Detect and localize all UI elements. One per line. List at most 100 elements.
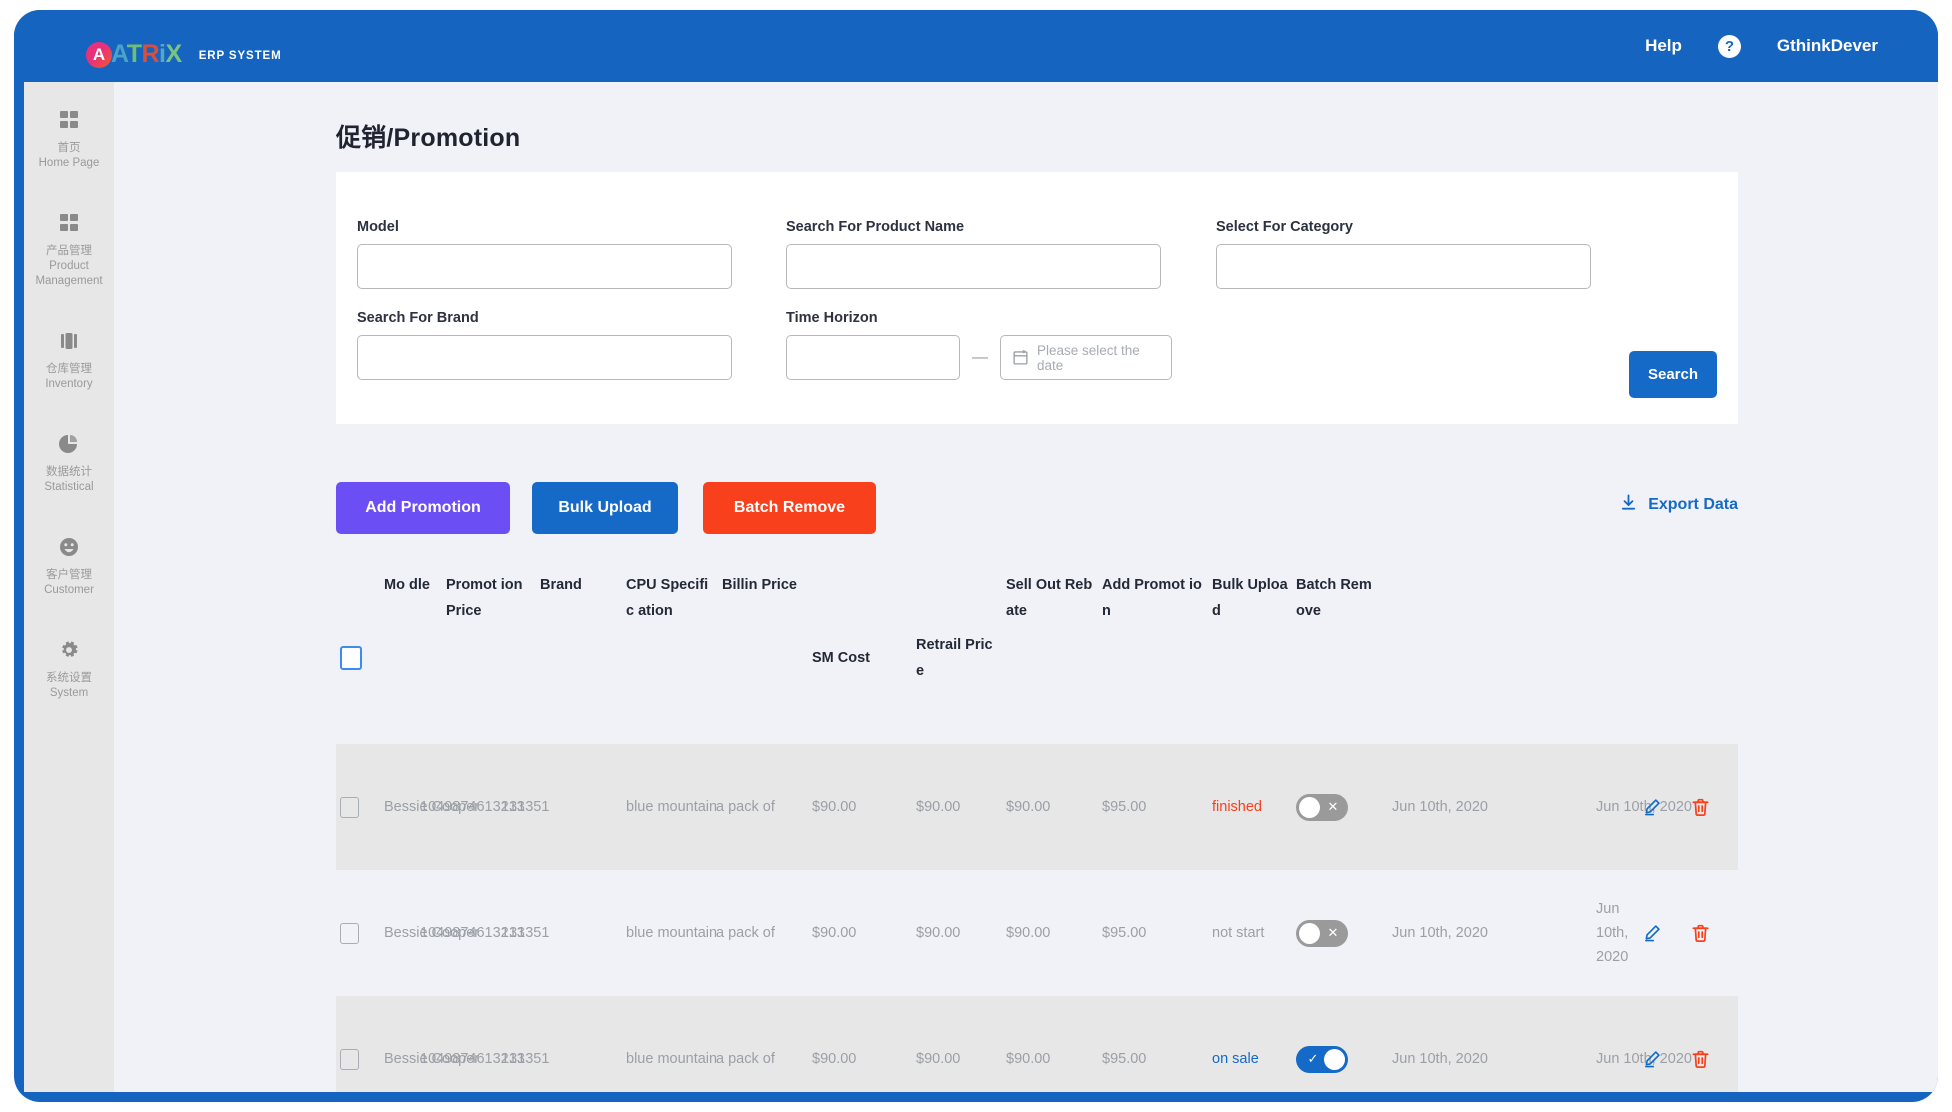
question-mark-icon[interactable]: ? <box>1717 34 1741 58</box>
sell-out-rebate-value: $95.00 <box>1102 1051 1147 1067</box>
header-billing-price[interactable]: Billin Price <box>718 572 808 744</box>
row-checkbox[interactable] <box>340 796 359 818</box>
status-cell: on sale <box>1208 996 1292 1092</box>
table-row[interactable]: Bessie Cooper 1049874613213 131351 blue … <box>336 996 1738 1092</box>
gear-icon <box>28 638 110 662</box>
sidebar-item-home[interactable]: 首页 Home Page <box>24 96 114 185</box>
cpu-spec-value: blue mountain <box>626 799 718 815</box>
batch-remove-date: Jun 10th, 2020 <box>1596 901 1629 965</box>
field-group-model: Model <box>357 219 732 289</box>
add-promotion-button[interactable]: Add Promotion <box>336 482 510 534</box>
row-select-cell <box>336 870 380 996</box>
promotion-table: Mo dle Promot ion Price Brand CPU Specif… <box>336 572 1738 1092</box>
user-account-link[interactable]: GthinkDever <box>1777 36 1878 56</box>
sm-cost-value: $90.00 <box>916 1051 961 1067</box>
header-sell-out-rebate[interactable]: Sell Out Rebate <box>1002 572 1098 744</box>
header-model[interactable]: Mo dle <box>380 572 442 744</box>
status-badge: not start <box>1212 925 1265 941</box>
category-label: Select For Category <box>1216 219 1353 235</box>
header-batch-remove[interactable]: Batch Rem ove <box>1292 572 1388 744</box>
toggle-cell: ✕ <box>1292 744 1388 870</box>
sidebar-item-customer[interactable]: 客户管理 Customer <box>24 523 114 612</box>
select-all-header <box>336 572 380 744</box>
header-bulk-upload[interactable]: Bulk Upload <box>1208 572 1292 744</box>
cpu-spec-value: blue mountain <box>626 925 718 941</box>
model-promo-brand-cell: Bessie Cooper 1049874613213 131351 <box>380 996 622 1092</box>
delete-cell <box>1686 744 1738 870</box>
bulk-upload-date: Jun 10th, 2020 <box>1392 799 1488 815</box>
sidebar-item-system[interactable]: 系统设置 System <box>24 626 114 715</box>
header-promotion-price[interactable]: Promot ion Price <box>442 572 536 744</box>
batch-remove-date: Jun 10th, 2020 <box>1596 1051 1692 1067</box>
product-name-input[interactable] <box>786 244 1161 289</box>
edit-cell <box>1638 870 1686 996</box>
app-window: A ATRiX ERP SYSTEM Help ? GthinkDever 首页… <box>14 10 1938 1102</box>
promotion-toggle[interactable]: ✕ <box>1296 793 1348 821</box>
help-link[interactable]: Help <box>1645 36 1682 56</box>
status-cell: finished <box>1208 744 1292 870</box>
promotion-price-value: 131351 <box>501 1051 550 1067</box>
header-add-promotion[interactable]: Add Promot ion <box>1098 572 1208 744</box>
retrail-price-value: $90.00 <box>1006 1051 1051 1067</box>
header-edit-spacer <box>1592 572 1638 744</box>
status-cell: not start <box>1208 870 1292 996</box>
export-data-button[interactable]: Export Data <box>1619 493 1738 517</box>
page-title: 促销/Promotion <box>336 124 521 152</box>
batch-remove-date: Jun 10th, 2020 <box>1596 799 1692 815</box>
date-picker-input[interactable]: Please select the date <box>1000 335 1172 380</box>
field-group-product-name: Search For Product Name <box>786 219 1161 289</box>
sidebar-label-cn: 产品管理 <box>46 245 92 257</box>
brand-input[interactable] <box>357 335 732 380</box>
product-name-label: Search For Product Name <box>786 219 965 235</box>
status-badge: finished <box>1212 799 1262 815</box>
pencil-icon[interactable] <box>1642 797 1682 817</box>
sidebar-item-statistical[interactable]: 数据统计 Statistical <box>24 420 114 509</box>
category-select[interactable] <box>1216 244 1591 289</box>
sidebar-label-en: System <box>49 687 89 699</box>
header-retrail-price[interactable]: Retrail Price <box>912 572 1002 744</box>
status-badge: on sale <box>1212 1051 1259 1067</box>
pencil-icon[interactable] <box>1642 1049 1682 1069</box>
sm-cost-value: $90.00 <box>916 799 961 815</box>
check-icon: ✓ <box>1307 1051 1319 1066</box>
trash-icon[interactable] <box>1690 923 1734 944</box>
sidebar-label-en: Product Management <box>35 260 103 287</box>
row-checkbox[interactable] <box>340 922 359 944</box>
sidebar-label-cn: 首页 <box>57 142 81 154</box>
header-sm-cost[interactable]: SM Cost <box>808 572 912 744</box>
cpu-specification-cell: blue mountain a pack of <box>622 996 808 1092</box>
search-filter-card: Model Search For Product Name Select For… <box>336 172 1738 424</box>
range-dash: — <box>972 348 988 366</box>
search-button[interactable]: Search <box>1629 351 1717 398</box>
header-brand[interactable]: Brand <box>536 572 622 744</box>
grid-icon <box>28 211 110 235</box>
select-all-checkbox[interactable] <box>340 646 362 670</box>
time-horizon-label: Time Horizon <box>786 310 878 326</box>
download-icon <box>1619 493 1638 517</box>
close-icon: ✕ <box>1327 799 1339 814</box>
table-row[interactable]: Bessie Cooper 1049874613213 131351 blue … <box>336 744 1738 870</box>
field-group-brand: Search For Brand <box>357 310 732 380</box>
model-input[interactable] <box>357 244 732 289</box>
table-row[interactable]: Bessie Cooper 1049874613213 131351 blue … <box>336 870 1738 996</box>
cpu-pack-value: a pack of <box>716 799 775 815</box>
sidebar-item-inventory[interactable]: 仓库管理 Inventory <box>24 317 114 406</box>
time-from-input[interactable] <box>786 335 960 380</box>
sidebar-label-en: Customer <box>44 584 94 596</box>
cpu-specification-cell: blue mountain a pack of <box>622 870 808 996</box>
header-spacer <box>1388 572 1592 744</box>
batch-remove-button[interactable]: Batch Remove <box>703 482 876 534</box>
sidebar-item-product-management[interactable]: 产品管理 Product Management <box>24 199 114 303</box>
trash-icon[interactable] <box>1690 1049 1734 1070</box>
pencil-icon[interactable] <box>1642 923 1682 943</box>
bulk-upload-button[interactable]: Bulk Upload <box>532 482 678 534</box>
promotion-toggle[interactable]: ✕ <box>1296 919 1348 947</box>
header-cpu-specification[interactable]: CPU Specific ation <box>622 572 718 744</box>
promotion-toggle[interactable]: ✓ <box>1296 1045 1348 1073</box>
brand-logo-area[interactable]: A ATRiX ERP SYSTEM <box>86 40 282 69</box>
delete-cell <box>1686 870 1738 996</box>
trash-icon[interactable] <box>1690 797 1734 818</box>
row-checkbox[interactable] <box>340 1048 359 1070</box>
sidebar-label-cn: 仓库管理 <box>46 363 92 375</box>
sidebar-label-cn: 数据统计 <box>46 466 92 478</box>
